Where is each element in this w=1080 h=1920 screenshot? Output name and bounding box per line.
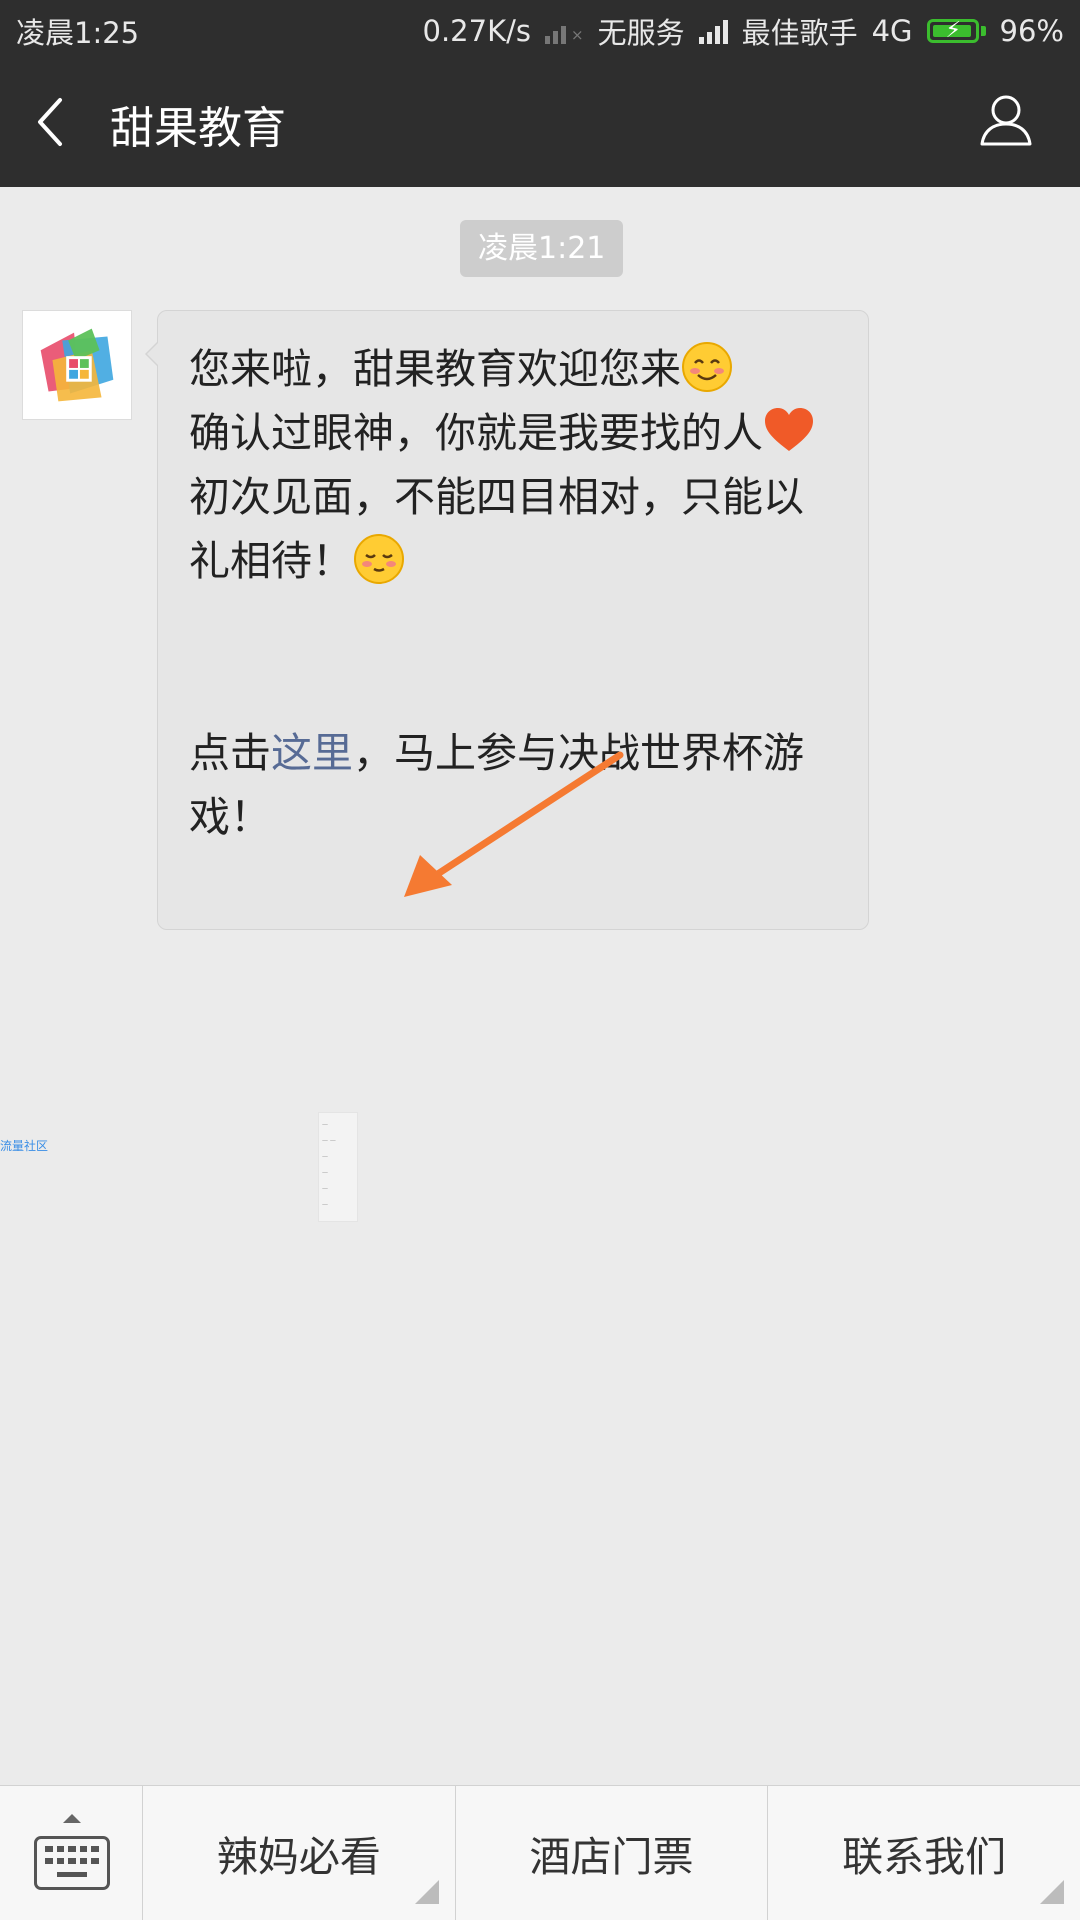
message-line-1: 您来啦，甜果教育欢迎您来 <box>189 337 840 401</box>
keyboard-icon <box>34 1836 110 1890</box>
submenu-indicator-icon <box>414 1880 439 1904</box>
chevron-up-icon <box>63 1814 81 1823</box>
chat-header: 甜果教育 <box>0 56 1080 187</box>
here-link[interactable]: 这里 <box>271 729 353 777</box>
status-time: 凌晨1:25 <box>16 16 140 50</box>
sender-avatar[interactable] <box>22 310 132 420</box>
message-line-3: 初次见面，不能四目相对，只能以礼相待！ <box>189 473 804 585</box>
sim1-label: 无服务 <box>597 16 685 50</box>
chat-title: 甜果教育 <box>110 103 286 154</box>
carrier-name: 最佳歌手 <box>741 16 858 50</box>
logo-icon <box>40 328 114 402</box>
faint-popup-panel: — — — — — — — <box>318 1112 358 1222</box>
chat-area[interactable]: 凌晨1:21 您来啦，甜果教育欢迎您来 确认过眼神，你就是我要找的人 初次见面，… <box>0 187 1080 1785</box>
overlay-label: 流量社区 <box>0 1139 49 1153</box>
heart-emoji-icon <box>765 408 813 451</box>
smiling-face-emoji-icon <box>682 342 732 392</box>
keyboard-toggle-button[interactable] <box>0 1786 143 1920</box>
relieved-face-emoji-icon <box>354 534 404 584</box>
network-speed: 0.27K/s <box>422 14 531 48</box>
signal-sim2-icon <box>698 18 728 44</box>
network-type: 4G <box>871 14 913 48</box>
battery-icon: ⚡ <box>926 18 986 43</box>
bottom-menu: 辣妈必看 酒店门票 联系我们 <box>0 1785 1080 1920</box>
menu-item-hotel-tickets[interactable]: 酒店门票 <box>456 1786 769 1920</box>
menu-item-contact-us[interactable]: 联系我们 <box>768 1786 1080 1920</box>
submenu-indicator-icon <box>1040 1880 1065 1904</box>
battery-percent: 96% <box>999 14 1064 48</box>
profile-icon[interactable] <box>978 92 1034 148</box>
status-bar: 凌晨1:25 0.27K/s × 无服务 最佳歌手 4G ⚡ 96% <box>0 0 1080 56</box>
back-arrow-icon[interactable] <box>30 94 80 150</box>
message-line-2: 确认过眼神，你就是我要找的人 <box>189 401 840 465</box>
signal-sim1-icon: × <box>544 18 584 44</box>
status-indicators: 0.27K/s × 无服务 最佳歌手 4G ⚡ 96% <box>409 10 1064 52</box>
pointer-arrow-icon <box>404 751 624 897</box>
message-timestamp: 凌晨1:21 <box>460 220 624 277</box>
menu-item-moms[interactable]: 辣妈必看 <box>143 1786 456 1920</box>
